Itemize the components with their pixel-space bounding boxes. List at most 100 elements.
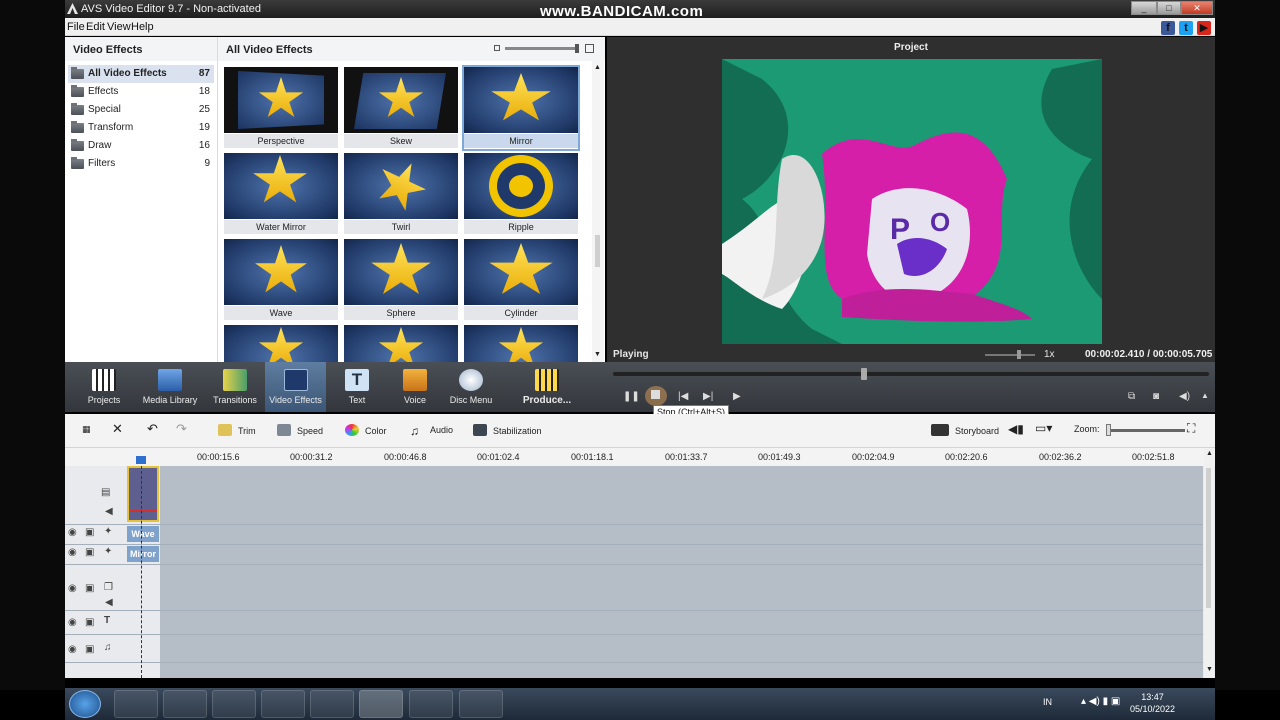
lock-icon[interactable]: ▣: [85, 527, 94, 538]
track-area[interactable]: [160, 466, 1203, 678]
voice-button[interactable]: Voice: [395, 362, 435, 412]
tray-icons[interactable]: ▴ ◀) ▮ ▣: [1081, 696, 1120, 707]
projects-button[interactable]: Projects: [81, 362, 127, 412]
undo-icon[interactable]: ↶: [147, 421, 158, 437]
large-thumb-icon[interactable]: [585, 44, 594, 53]
thumbnail-size-slider[interactable]: [505, 47, 575, 50]
fit-timeline-icon[interactable]: ⛶: [1187, 421, 1195, 436]
speed-button[interactable]: Speed: [277, 424, 323, 436]
detach-preview-icon[interactable]: ⧉: [1128, 391, 1135, 402]
seek-knob[interactable]: [861, 368, 867, 380]
avs-video-editor-taskbar-icon[interactable]: [359, 690, 403, 718]
mirror-effect-clip[interactable]: Mirror: [127, 546, 159, 562]
effect-tile-ripple[interactable]: Ripple: [464, 153, 578, 235]
menu-help[interactable]: Help: [131, 21, 154, 33]
menu-view[interactable]: View: [107, 21, 131, 33]
eye-icon[interactable]: ◉: [68, 617, 77, 628]
effect-tile-cylinder[interactable]: Cylinder: [464, 239, 578, 321]
category-special[interactable]: Special 25: [68, 101, 214, 119]
disc-menu-button[interactable]: Disc Menu: [447, 362, 495, 412]
audio-button[interactable]: ♫ Audio: [410, 424, 453, 438]
youtube-icon[interactable]: ▶: [1197, 21, 1211, 35]
zoom-slider-knob[interactable]: [1106, 424, 1111, 436]
category-filters[interactable]: Filters 9: [68, 155, 214, 173]
lock-icon[interactable]: ▣: [85, 617, 94, 628]
video-clip[interactable]: [127, 466, 159, 522]
previous-frame-icon[interactable]: |◀: [678, 391, 688, 402]
fullscreen-play-icon[interactable]: ▶: [733, 391, 741, 402]
twitter-icon[interactable]: t: [1179, 21, 1193, 35]
file-explorer-icon[interactable]: [163, 690, 207, 718]
storyboard-button[interactable]: Storyboard: [931, 424, 999, 436]
redo-icon[interactable]: ↷: [176, 421, 187, 437]
start-button[interactable]: [69, 690, 101, 718]
category-transform[interactable]: Transform 19: [68, 119, 214, 137]
eye-icon[interactable]: ◉: [68, 547, 77, 558]
language-indicator[interactable]: IN: [1043, 697, 1052, 707]
eye-icon[interactable]: ◉: [68, 583, 77, 594]
speed-slider[interactable]: [985, 354, 1035, 356]
minimize-button[interactable]: _: [1131, 1, 1157, 15]
effect-tile-sphere[interactable]: Sphere: [344, 239, 458, 321]
playhead-marker[interactable]: [136, 456, 146, 464]
scroll-up-icon[interactable]: ▲: [594, 64, 601, 71]
effect-tile-twirl[interactable]: Twirl: [344, 153, 458, 235]
grid-scrollbar[interactable]: ▲ ▼: [592, 61, 604, 362]
eye-icon[interactable]: ◉: [68, 527, 77, 538]
monitor-icon[interactable]: ▭▾: [1035, 421, 1052, 435]
chrome-window-icon[interactable]: [459, 690, 503, 718]
scroll-thumb[interactable]: [595, 235, 600, 267]
bandicam-icon[interactable]: [310, 690, 354, 718]
effect-tile-perspective[interactable]: Perspective: [224, 67, 338, 149]
internet-explorer-icon[interactable]: [114, 690, 158, 718]
category-all-video-effects[interactable]: All Video Effects 87: [68, 65, 214, 83]
category-effects[interactable]: Effects 18: [68, 83, 214, 101]
next-frame-icon[interactable]: ▶|: [703, 391, 713, 402]
menu-file[interactable]: File: [67, 21, 85, 33]
effect-tile-water-mirror[interactable]: Water Mirror: [224, 153, 338, 235]
lock-icon[interactable]: ▣: [85, 644, 94, 655]
scroll-thumb[interactable]: [1206, 468, 1211, 608]
audio-mute-icon[interactable]: ◀: [105, 506, 113, 517]
video-effects-button[interactable]: Video Effects: [265, 362, 326, 412]
slider-knob[interactable]: [575, 44, 579, 53]
produce-button[interactable]: Produce...: [517, 362, 577, 412]
effect-tile-partial[interactable]: [464, 325, 578, 362]
audio-mute-icon[interactable]: ◀: [105, 597, 113, 608]
transitions-button[interactable]: Transitions: [210, 362, 260, 412]
stabilization-button[interactable]: Stabilization: [473, 424, 542, 436]
speed-slider-knob[interactable]: [1017, 350, 1021, 359]
effect-tile-skew[interactable]: Skew: [344, 67, 458, 149]
color-button[interactable]: Color: [345, 424, 387, 436]
scroll-down-icon[interactable]: ▼: [1206, 666, 1213, 673]
select-all-icon[interactable]: ▦: [82, 424, 91, 435]
scroll-up-icon[interactable]: ▲: [1206, 450, 1213, 457]
chrome-icon[interactable]: [261, 690, 305, 718]
volume-menu-icon[interactable]: ▲: [1201, 391, 1209, 400]
trim-button[interactable]: Trim: [218, 424, 256, 436]
media-player-icon[interactable]: [212, 690, 256, 718]
effect-tile-wave[interactable]: Wave: [224, 239, 338, 321]
maximize-button[interactable]: □: [1157, 1, 1181, 15]
effect-tile-mirror[interactable]: Mirror: [462, 65, 580, 151]
close-button[interactable]: ✕: [1181, 1, 1213, 15]
effect-tile-partial[interactable]: [224, 325, 338, 362]
seek-bar[interactable]: [613, 368, 1209, 380]
category-draw[interactable]: Draw 16: [68, 137, 214, 155]
eye-icon[interactable]: ◉: [68, 644, 77, 655]
volume-icon[interactable]: ◀): [1179, 391, 1190, 402]
facebook-icon[interactable]: f: [1161, 21, 1175, 35]
small-thumb-icon[interactable]: [494, 45, 500, 51]
delete-icon[interactable]: ✕: [112, 421, 123, 437]
effect-tile-partial[interactable]: [344, 325, 458, 362]
menu-edit[interactable]: Edit: [86, 21, 105, 33]
text-button[interactable]: T Text: [337, 362, 377, 412]
media-library-button[interactable]: Media Library: [141, 362, 199, 412]
scroll-down-icon[interactable]: ▼: [594, 351, 601, 358]
avs-media-icon[interactable]: [409, 690, 453, 718]
snapshot-icon[interactable]: ◙: [1153, 391, 1159, 402]
system-clock[interactable]: 13:47 05/10/2022: [1130, 691, 1175, 715]
lock-icon[interactable]: ▣: [85, 583, 94, 594]
audio-levels-icon[interactable]: ◀▮: [1008, 422, 1024, 436]
timeline-scrollbar[interactable]: ▲ ▼: [1204, 448, 1214, 678]
